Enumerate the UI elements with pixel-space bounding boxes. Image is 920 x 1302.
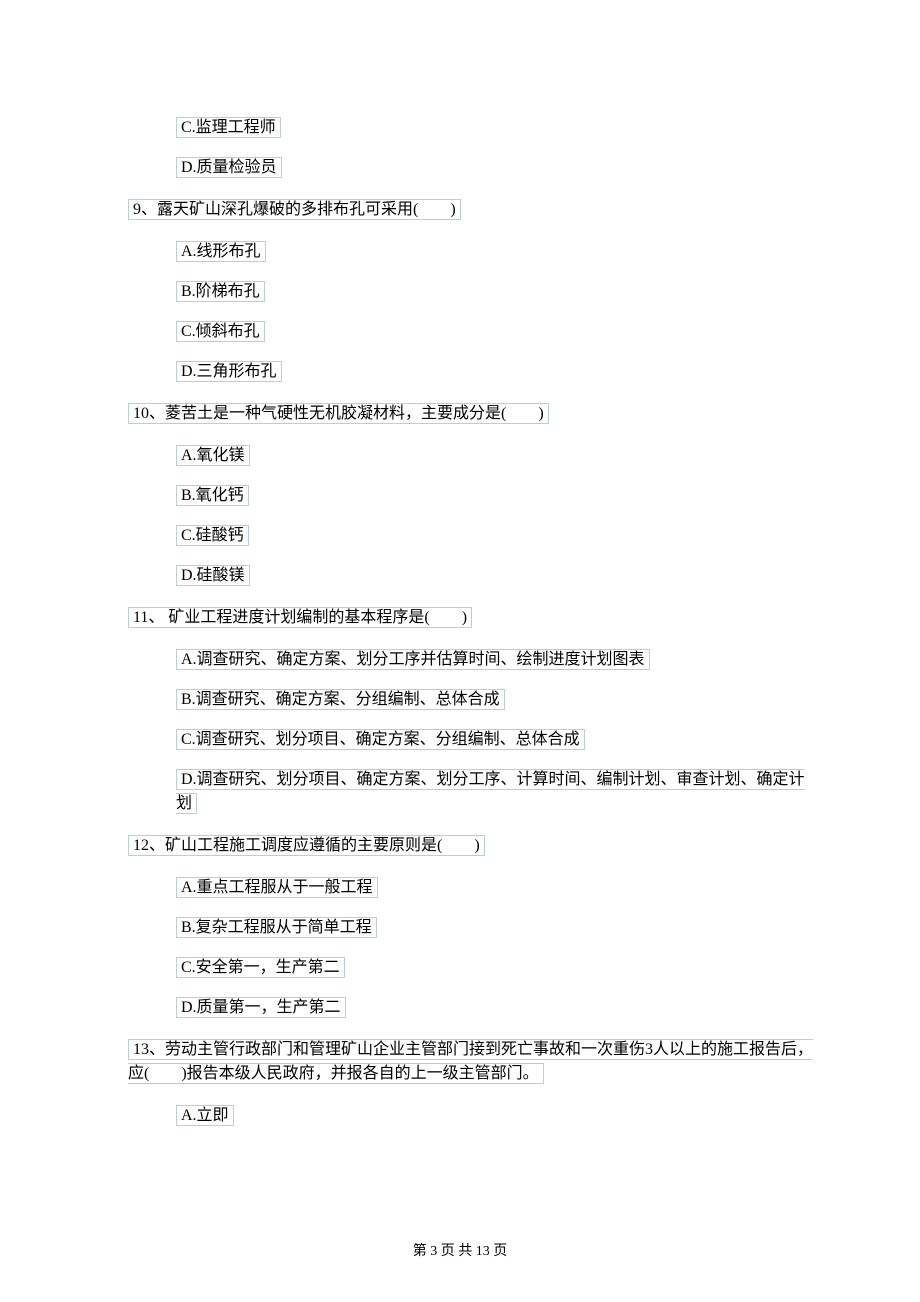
option-text: A.调查研究、确定方案、划分工序并估算时间、绘制进度计划图表 bbox=[176, 649, 650, 670]
question-9-option-b: B.阶梯布孔 bbox=[176, 280, 820, 304]
option-text: D.调查研究、划分项目、确定方案、划分工序、计算时间、编制计划、审查计划、确定计… bbox=[176, 769, 805, 814]
question-9-option-c: C.倾斜布孔 bbox=[176, 320, 820, 344]
option-text: B.调查研究、确定方案、分组编制、总体合成 bbox=[176, 689, 505, 710]
question-12-option-d: D.质量第一，生产第二 bbox=[176, 996, 820, 1020]
question-12-option-a: A.重点工程服从于一般工程 bbox=[176, 876, 820, 900]
option-text: C.硅酸钙 bbox=[176, 525, 249, 546]
option-text: A.立即 bbox=[176, 1105, 234, 1126]
question-12-option-b: B.复杂工程服从于简单工程 bbox=[176, 916, 820, 940]
question-11-option-c: C.调查研究、划分项目、确定方案、分组编制、总体合成 bbox=[176, 728, 820, 752]
option-text: D.硅酸镁 bbox=[176, 565, 250, 586]
question-12-option-c: C.安全第一，生产第二 bbox=[176, 956, 820, 980]
question-text: 10、菱苦土是一种气硬性无机胶凝材料，主要成分是( ) bbox=[128, 403, 549, 424]
question-13-stem: 13、劳动主管行政部门和管理矿山企业主管部门接到死亡事故和一次重伤3人以上的施工… bbox=[128, 1038, 820, 1086]
option-text: B.复杂工程服从于简单工程 bbox=[176, 917, 377, 938]
option-text: D.质量第一，生产第二 bbox=[176, 997, 346, 1018]
question-text: 9、露天矿山深孔爆破的多排布孔可采用( ) bbox=[128, 199, 461, 220]
question-12-stem: 12、矿山工程施工调度应遵循的主要原则是( ) bbox=[128, 834, 820, 858]
question-10-stem: 10、菱苦土是一种气硬性无机胶凝材料，主要成分是( ) bbox=[128, 402, 820, 426]
question-11-option-b: B.调查研究、确定方案、分组编制、总体合成 bbox=[176, 688, 820, 712]
question-9-stem: 9、露天矿山深孔爆破的多排布孔可采用( ) bbox=[128, 198, 820, 222]
question-11-stem: 11、 矿业工程进度计划编制的基本程序是( ) bbox=[128, 606, 820, 630]
option-text: A.线形布孔 bbox=[176, 241, 266, 262]
option-text: D.三角形布孔 bbox=[176, 361, 282, 382]
option-text: D.质量检验员 bbox=[176, 157, 282, 178]
document-page: C.监理工程师 D.质量检验员 9、露天矿山深孔爆破的多排布孔可采用( ) A.… bbox=[0, 0, 920, 1204]
question-11-option-d: D.调查研究、划分项目、确定方案、划分工序、计算时间、编制计划、审查计划、确定计… bbox=[176, 768, 820, 816]
question-text: 11、 矿业工程进度计划编制的基本程序是( ) bbox=[128, 607, 472, 628]
option-text: A.重点工程服从于一般工程 bbox=[176, 877, 378, 898]
question-11-option-a: A.调查研究、确定方案、划分工序并估算时间、绘制进度计划图表 bbox=[176, 648, 820, 672]
option-text: B.氧化钙 bbox=[176, 485, 249, 506]
question-10-option-c: C.硅酸钙 bbox=[176, 524, 820, 548]
option-text: B.阶梯布孔 bbox=[176, 281, 265, 302]
option-text: A.氧化镁 bbox=[176, 445, 250, 466]
option-text: C.调查研究、划分项目、确定方案、分组编制、总体合成 bbox=[176, 729, 585, 750]
question-10-option-a: A.氧化镁 bbox=[176, 444, 820, 468]
option-text: C.安全第一，生产第二 bbox=[176, 957, 345, 978]
option-text: C.监理工程师 bbox=[176, 117, 281, 138]
page-footer: 第 3 页 共 13 页 bbox=[0, 1241, 920, 1262]
question-9-option-d: D.三角形布孔 bbox=[176, 360, 820, 384]
question-9-option-a: A.线形布孔 bbox=[176, 240, 820, 264]
question-8-option-d: D.质量检验员 bbox=[176, 156, 820, 180]
question-8-option-c: C.监理工程师 bbox=[176, 116, 820, 140]
question-13-option-a: A.立即 bbox=[176, 1104, 820, 1128]
option-text: C.倾斜布孔 bbox=[176, 321, 265, 342]
question-10-option-d: D.硅酸镁 bbox=[176, 564, 820, 588]
question-10-option-b: B.氧化钙 bbox=[176, 484, 820, 508]
question-text: 12、矿山工程施工调度应遵循的主要原则是( ) bbox=[128, 835, 485, 856]
question-text: 13、劳动主管行政部门和管理矿山企业主管部门接到死亡事故和一次重伤3人以上的施工… bbox=[128, 1039, 813, 1084]
